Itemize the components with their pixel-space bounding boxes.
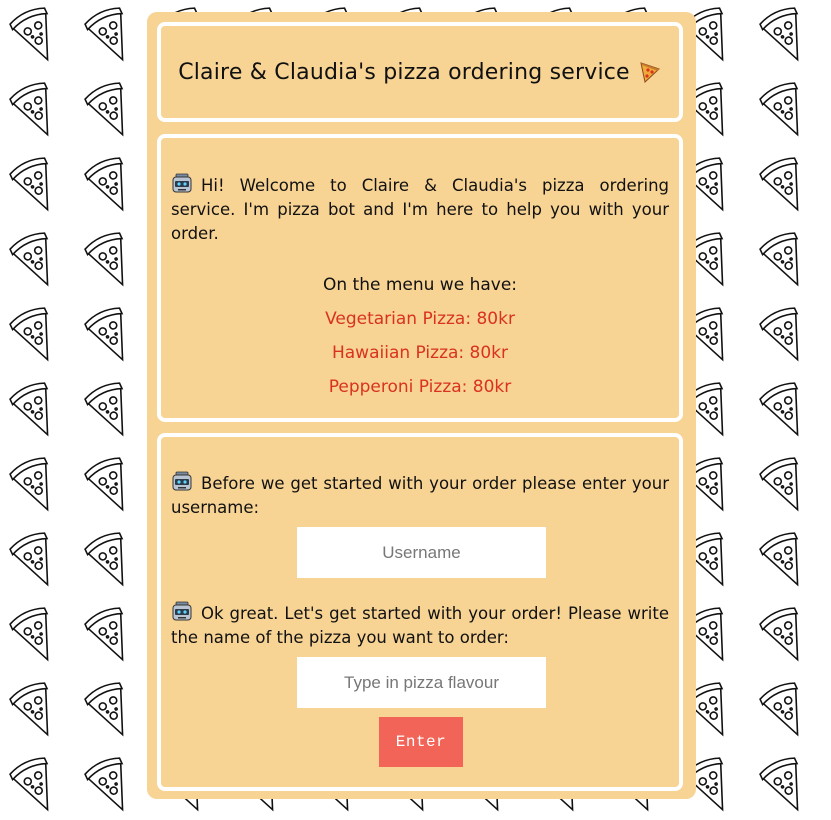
robot-icon [172, 173, 192, 193]
welcome-panel: Hi! Welcome to Claire & Claudia's pizza … [157, 134, 683, 422]
order-panel: Before we get started with your order pl… [157, 433, 683, 791]
pizza-prompt-text: Ok great. Let's get started with your or… [171, 604, 669, 647]
robot-icon [172, 601, 192, 621]
menu-item-pepperoni: Pepperoni Pizza: 80kr [328, 377, 512, 397]
username-input[interactable] [297, 527, 546, 578]
welcome-message-text: Hi! Welcome to Claire & Claudia's pizza … [171, 176, 669, 243]
username-prompt: Before we get started with your order pl… [171, 471, 669, 520]
chat-container: Claire & Claudia's pizza ordering servic… [147, 12, 696, 799]
menu-item-vegetarian: Vegetarian Pizza: 80kr [325, 309, 515, 329]
pizza-prompt: Ok great. Let's get started with your or… [171, 601, 669, 650]
page-title: Claire & Claudia's pizza ordering servic… [178, 60, 662, 85]
menu-title: On the menu we have: [322, 275, 518, 295]
pizza-slice-icon [640, 62, 660, 83]
page-title-text: Claire & Claudia's pizza ordering servic… [178, 59, 630, 85]
robot-icon [172, 471, 192, 491]
menu-item-hawaiian: Hawaiian Pizza: 80kr [331, 343, 509, 363]
username-prompt-text: Before we get started with your order pl… [171, 474, 669, 517]
enter-button[interactable]: Enter [379, 717, 463, 767]
pizza-flavour-input[interactable] [297, 657, 546, 708]
title-panel: Claire & Claudia's pizza ordering servic… [157, 22, 683, 122]
welcome-message: Hi! Welcome to Claire & Claudia's pizza … [171, 173, 669, 246]
